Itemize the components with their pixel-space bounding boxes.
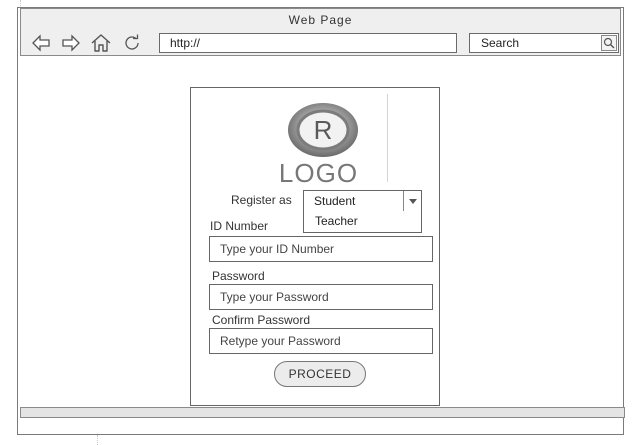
registration-form: R LOGO Register as Student Teacher ID Nu… (190, 87, 440, 406)
status-bar (20, 407, 625, 418)
password-label: Password (212, 269, 265, 283)
role-options-list: Teacher (303, 211, 422, 233)
browser-window: Web Page http:// Search R LOGO Register … (17, 7, 625, 435)
refresh-icon[interactable] (121, 32, 143, 54)
forward-arrow-icon[interactable] (60, 32, 82, 54)
proceed-button[interactable]: PROCEED (274, 361, 366, 387)
svg-text:R: R (314, 115, 333, 145)
search-icon[interactable] (601, 35, 617, 51)
id-number-label: ID Number (210, 219, 269, 233)
role-option-teacher[interactable]: Teacher (304, 211, 421, 231)
confirm-password-label: Confirm Password (212, 313, 311, 327)
confirm-password-field[interactable]: Retype your Password (209, 328, 433, 354)
window-title: Web Page (288, 13, 353, 27)
logo-text: LOGO (278, 158, 359, 188)
id-number-field[interactable]: Type your ID Number (209, 236, 433, 262)
logo: R LOGO (269, 94, 388, 188)
role-selected-value: Student (314, 194, 356, 208)
register-as-label: Register as (231, 193, 292, 207)
browser-toolbar: Web Page http:// Search (20, 8, 621, 56)
canvas-guide (97, 435, 98, 445)
url-input[interactable]: http:// (159, 33, 457, 53)
role-select[interactable]: Student (303, 190, 422, 212)
registered-trademark-icon: R (288, 103, 358, 157)
chevron-down-icon[interactable] (403, 191, 421, 211)
password-field[interactable]: Type your Password (209, 284, 433, 310)
search-input-label: Search (481, 36, 520, 50)
back-arrow-icon[interactable] (30, 32, 52, 54)
search-input[interactable]: Search (469, 33, 619, 53)
home-icon[interactable] (90, 32, 112, 54)
